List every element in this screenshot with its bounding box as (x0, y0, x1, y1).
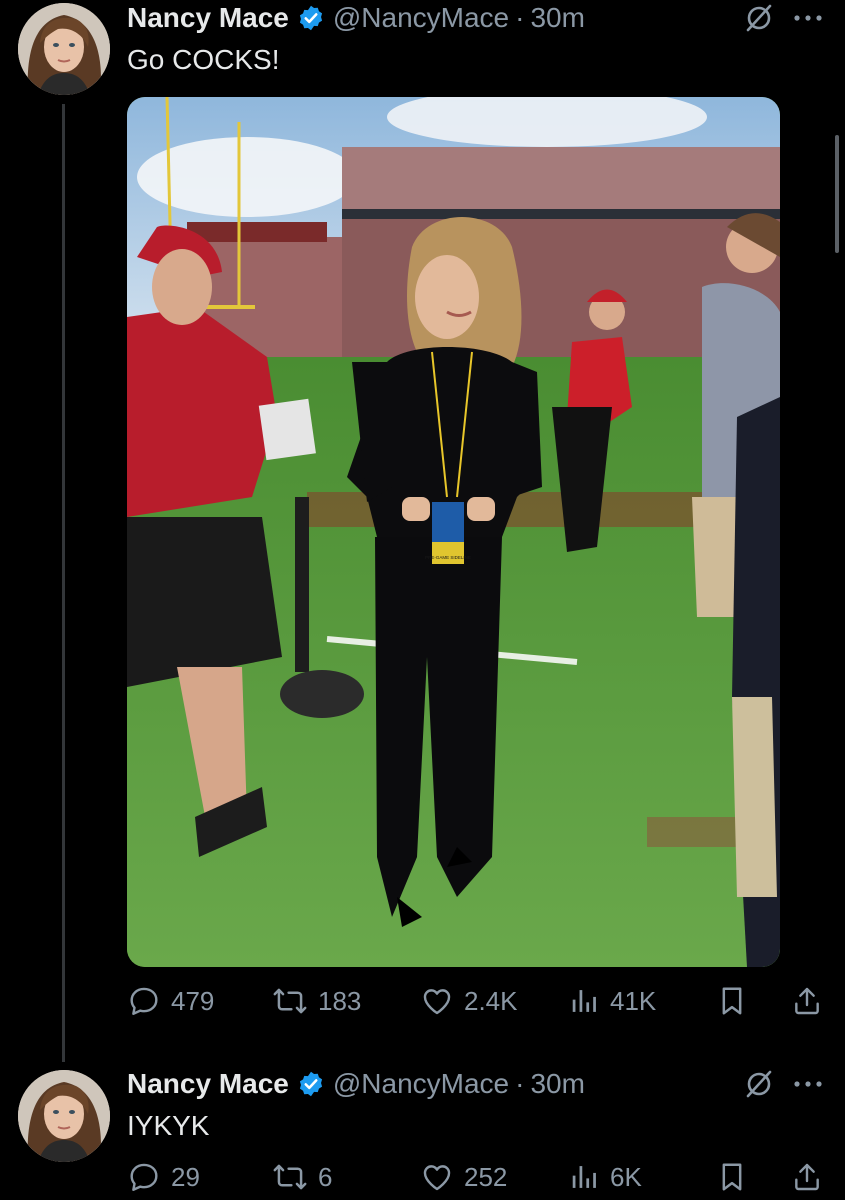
bookmark-icon (722, 987, 742, 1015)
reply-icon (130, 987, 158, 1015)
tweet-text: IYKYK (127, 1110, 210, 1141)
repost-button[interactable]: 6 (272, 1160, 332, 1194)
like-count: 252 (464, 1161, 508, 1192)
scrollbar-thumb[interactable] (835, 135, 839, 253)
verified-badge-icon (297, 1070, 325, 1098)
views-count: 6K (610, 1161, 642, 1192)
bookmark-button[interactable] (717, 984, 757, 1018)
views-icon (572, 1166, 596, 1188)
more-icon[interactable] (792, 10, 824, 28)
like-count: 2.4K (464, 985, 518, 1016)
handle[interactable]: @NancyMace (333, 1068, 509, 1100)
share-icon (795, 1163, 819, 1191)
separator-dot: · (515, 2, 525, 33)
reply-button[interactable]: 29 (127, 1160, 200, 1194)
display-name[interactable]: Nancy Mace (127, 2, 289, 34)
share-button[interactable] (791, 984, 833, 1018)
bookmark-icon (722, 1163, 742, 1191)
bookmark-button[interactable] (717, 1160, 757, 1194)
avatar[interactable] (18, 3, 110, 95)
display-name[interactable]: Nancy Mace (127, 1068, 289, 1100)
handle[interactable]: @NancyMace (333, 2, 509, 34)
more-icon[interactable] (792, 1076, 824, 1094)
repost-icon (273, 988, 307, 1014)
repost-count: 6 (318, 1161, 333, 1192)
views-count: 41K (610, 985, 657, 1016)
share-icon (795, 987, 819, 1015)
tweet-header: Nancy Mace @NancyMace · 30m (127, 0, 585, 36)
credential-badge-text: PRE-GAME SIDELINE (425, 555, 471, 560)
tweet-actions: 479 183 2.4K 41K (127, 984, 827, 1024)
grok-slash-icon[interactable] (744, 1069, 774, 1104)
views-button[interactable]: 41K (570, 984, 656, 1018)
tweet-header: Nancy Mace @NancyMace · 30m (127, 1066, 585, 1102)
thread-connector-line (62, 104, 65, 1062)
share-button[interactable] (791, 1160, 833, 1194)
reply-count: 29 (171, 1161, 200, 1192)
timestamp[interactable]: 30m (530, 2, 584, 34)
reply-icon (130, 1163, 158, 1191)
views-icon (572, 990, 596, 1012)
verified-badge-icon (297, 4, 325, 32)
views-button[interactable]: 6K (570, 1160, 642, 1194)
like-icon (423, 1165, 451, 1191)
separator-dot: · (515, 1068, 525, 1099)
like-icon (423, 989, 451, 1015)
reply-count: 479 (171, 985, 215, 1016)
tweet-photo[interactable]: PRE-GAME SIDELINE (127, 97, 780, 967)
avatar[interactable] (18, 1070, 110, 1162)
tweet-actions: 29 6 252 6K (127, 1160, 827, 1200)
repost-count: 183 (318, 985, 362, 1016)
timestamp[interactable]: 30m (530, 1068, 584, 1100)
grok-slash-icon[interactable] (744, 3, 774, 38)
repost-button[interactable]: 183 (272, 984, 361, 1018)
tweet-text: Go COCKS! (127, 44, 280, 75)
reply-button[interactable]: 479 (127, 984, 214, 1018)
like-button[interactable]: 252 (420, 1160, 507, 1194)
repost-icon (273, 1164, 307, 1190)
like-button[interactable]: 2.4K (420, 984, 518, 1018)
